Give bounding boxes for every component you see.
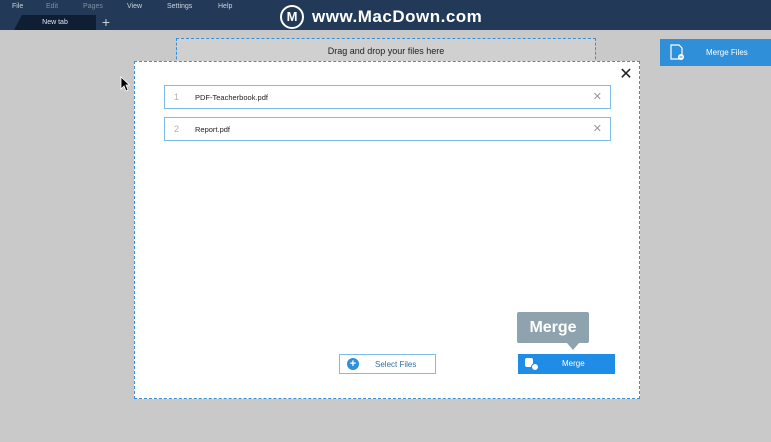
watermark-logo-icon: M — [280, 5, 304, 29]
file-list-item[interactable]: 1 PDF-Teacherbook.pdf ✕ — [164, 85, 611, 109]
document-merge-icon — [670, 44, 684, 63]
plus-circle-icon: + — [347, 358, 359, 370]
merge-files-label: Merge Files — [706, 48, 748, 57]
file-index: 2 — [174, 124, 180, 134]
remove-file-icon[interactable]: ✕ — [593, 90, 602, 103]
add-tab-button[interactable]: + — [96, 15, 116, 30]
menu-settings[interactable]: Settings — [167, 3, 192, 10]
menu-help[interactable]: Help — [218, 3, 232, 10]
tooltip-arrow — [567, 343, 579, 350]
drop-zone-label: Drag and drop your files here — [327, 46, 445, 56]
file-name: Report.pdf — [195, 125, 231, 134]
title-bar: File Edit Pages View Settings Help New t… — [0, 0, 771, 30]
app-window: File Edit Pages View Settings Help New t… — [0, 0, 771, 442]
menu-edit[interactable]: Edit — [46, 3, 58, 10]
merge-dialog: ✕ 1 PDF-Teacherbook.pdf ✕ 2 Report.pdf ✕… — [134, 61, 640, 399]
file-index: 1 — [174, 92, 180, 102]
menu-view[interactable]: View — [127, 3, 142, 10]
merge-icon — [524, 357, 540, 376]
menu-file[interactable]: File — [12, 3, 23, 10]
select-files-label: Select Files — [375, 360, 417, 369]
file-name: PDF-Teacherbook.pdf — [195, 93, 268, 102]
menu-pages[interactable]: Pages — [83, 3, 103, 10]
merge-files-button[interactable]: Merge Files — [660, 39, 771, 66]
mouse-pointer-icon — [120, 76, 131, 97]
merge-button-label: Merge — [562, 359, 585, 368]
watermark: M www.MacDown.com — [280, 5, 482, 29]
watermark-text: www.MacDown.com — [312, 7, 483, 26]
select-files-button[interactable]: + Select Files — [339, 354, 436, 374]
merge-button[interactable]: Merge — [518, 354, 615, 374]
remove-file-icon[interactable]: ✕ — [593, 122, 602, 135]
merge-tooltip: Merge — [517, 312, 589, 343]
tab-new-tab[interactable]: New tab — [14, 15, 96, 30]
close-icon[interactable]: ✕ — [619, 67, 633, 83]
file-list-item[interactable]: 2 Report.pdf ✕ — [164, 117, 611, 141]
